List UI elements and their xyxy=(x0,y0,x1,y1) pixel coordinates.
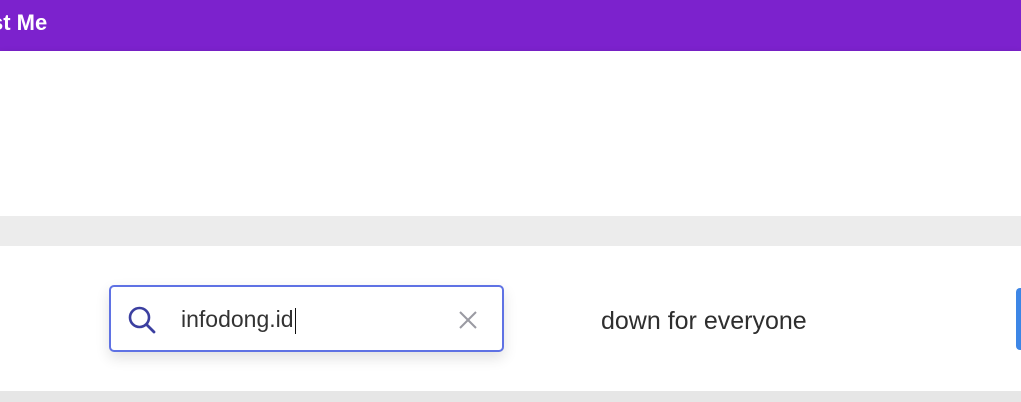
close-icon[interactable] xyxy=(457,309,479,331)
status-text: down for everyone xyxy=(601,307,807,335)
text-caret xyxy=(294,307,296,334)
domain-search-field[interactable]: infodong.id xyxy=(109,285,504,352)
search-input[interactable]: infodong.id xyxy=(181,304,296,334)
search-input-value: infodong.id xyxy=(181,306,294,332)
banner-area xyxy=(0,51,1021,216)
top-navbar: st Me xyxy=(0,0,1021,51)
check-button[interactable] xyxy=(1016,288,1021,350)
section-divider xyxy=(0,216,1021,246)
search-icon xyxy=(127,305,157,335)
brand-title[interactable]: st Me xyxy=(0,0,47,46)
bottom-divider xyxy=(0,391,1021,402)
